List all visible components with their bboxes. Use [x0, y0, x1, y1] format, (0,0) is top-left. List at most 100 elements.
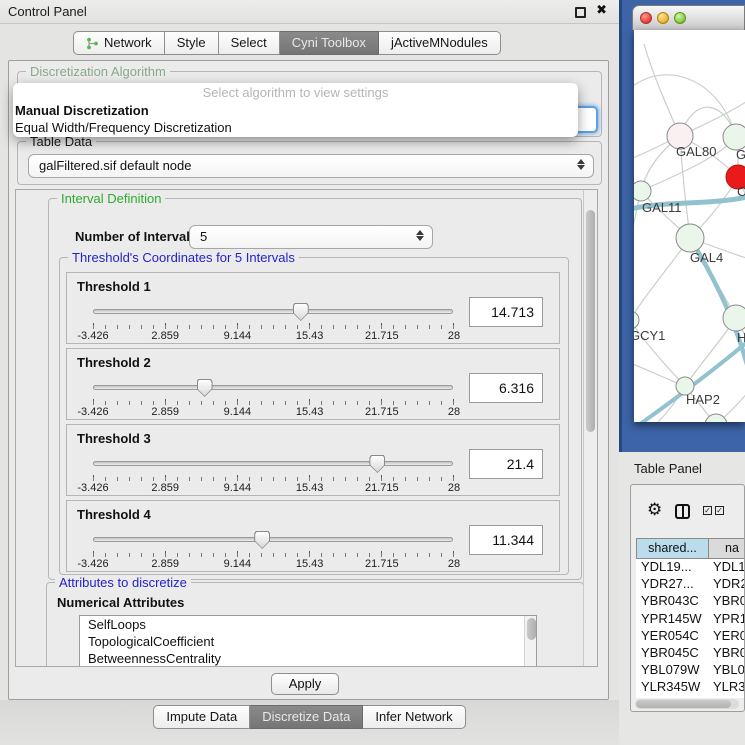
threshold-panel: Threshold 3 -3.4262.8599.14415.4321.7152… — [66, 424, 560, 496]
threshold-value-field[interactable]: 6.316 — [469, 373, 543, 403]
top-tab-bar: Network Style Select Cyni Toolbox jActiv… — [73, 31, 501, 55]
slider-thumb[interactable] — [293, 303, 309, 321]
float-panel-icon[interactable] — [575, 7, 586, 18]
network-window-frame: GAL80GAGAL11CGAL4GCY1HHAP2 — [619, 0, 745, 452]
slider-track[interactable] — [93, 309, 453, 314]
network-node-label: GA — [736, 147, 745, 162]
table-data-combobox[interactable]: galFiltered.sif default node — [28, 154, 594, 178]
settings-scrollpane: Interval Definition Number of Intervals … — [15, 189, 598, 667]
number-of-intervals-label: Number of Intervals — [75, 229, 197, 244]
settings-scrollbar-thumb[interactable] — [586, 210, 595, 432]
mac-close-icon[interactable] — [640, 12, 652, 24]
tick-label: -3.426 — [77, 558, 108, 570]
tick-label: 28 — [448, 406, 460, 418]
table-hscrollbar-thumb[interactable] — [636, 700, 731, 708]
table-hscrollbar[interactable] — [635, 699, 739, 709]
attribute-list-item[interactable]: TopologicalCoefficient — [80, 633, 536, 650]
tab-jactivemnodules[interactable]: jActiveMNodules — [379, 31, 501, 55]
combo-spinner-icon[interactable] — [576, 159, 585, 170]
tab-infer-network[interactable]: Infer Network — [363, 705, 465, 729]
interval-definition-group: Interval Definition Number of Intervals … — [48, 198, 582, 580]
network-edge — [634, 238, 690, 320]
tab-impute-data[interactable]: Impute Data — [153, 705, 250, 729]
mac-zoom-icon[interactable] — [674, 12, 686, 24]
combo-spinner-icon[interactable] — [415, 230, 424, 241]
numerical-attributes-list[interactable]: SelfLoopsTopologicalCoefficientBetweenne… — [79, 615, 537, 667]
threshold-value-field[interactable]: 14.713 — [469, 297, 543, 327]
tick-label: 15.43 — [296, 482, 324, 494]
threshold-label: Threshold 1 — [77, 279, 151, 294]
tick-label: 28 — [448, 482, 460, 494]
slider-track[interactable] — [93, 385, 453, 390]
select-all-columns-icon[interactable]: ✓ — [715, 506, 724, 515]
panel-title: Control Panel — [8, 4, 87, 19]
attributes-group-title: Attributes to discretize — [55, 575, 191, 590]
interval-definition-title: Interval Definition — [57, 191, 165, 206]
slider-track[interactable] — [93, 461, 453, 466]
network-node-label: GAL4 — [690, 250, 723, 265]
attribute-list-item[interactable]: BetweennessCentrality — [80, 650, 536, 667]
table-row[interactable]: YER054CYER0 — [636, 628, 745, 645]
network-node[interactable] — [723, 305, 745, 331]
slider-tick-labels: -3.4262.8599.14415.4321.71528 — [93, 330, 454, 343]
table-row[interactable]: YIL052CYIL0 — [636, 697, 745, 699]
slider-thumb[interactable] — [254, 531, 270, 549]
table-data-group: Table Data galFiltered.sif default node — [17, 141, 602, 185]
table-row[interactable]: YDL19...YDL1 — [636, 559, 745, 576]
table-row[interactable]: YBR043CYBR0 — [636, 593, 745, 610]
select-columns-icon[interactable]: ✓ — [703, 506, 712, 515]
settings-scrollbar[interactable] — [583, 190, 597, 667]
screenshot-stage: Control Panel ✖ Network Style Select Cyn… — [0, 0, 745, 745]
tick-label: 9.144 — [224, 558, 252, 570]
attribute-list-item[interactable]: SelfLoops — [80, 616, 536, 633]
tab-style[interactable]: Style — [165, 31, 219, 55]
threshold-slider[interactable]: -3.4262.8599.14415.4321.71528 — [93, 301, 453, 341]
table-data-selected: galFiltered.sif default node — [39, 158, 191, 173]
threshold-value-field[interactable]: 11.344 — [469, 525, 543, 555]
tick-label: 2.859 — [151, 558, 179, 570]
tab-jactivemnodules-label: jActiveMNodules — [391, 32, 488, 54]
network-view-canvas[interactable]: GAL80GAGAL11CGAL4GCY1HHAP2 — [634, 30, 745, 422]
slider-track[interactable] — [93, 537, 453, 542]
tick-label: 21.715 — [365, 330, 399, 342]
column-header-shared-name[interactable]: shared... — [636, 538, 709, 559]
close-panel-icon[interactable]: ✖ — [596, 3, 607, 18]
gear-icon[interactable]: ⚙ — [647, 502, 662, 519]
table-panel-area: Table Panel ⚙ ✓ ✓ shared... na YDL19...Y… — [619, 452, 745, 745]
tab-select[interactable]: Select — [219, 31, 280, 55]
network-node[interactable] — [634, 311, 639, 329]
algorithm-prompt-item[interactable]: Select algorithm to view settings — [13, 85, 578, 102]
threshold-slider[interactable]: -3.4262.8599.14415.4321.71528 — [93, 377, 453, 417]
network-window-titlebar[interactable] — [632, 5, 745, 30]
tick-label: 15.43 — [296, 406, 324, 418]
list-scrollbar[interactable] — [524, 616, 536, 667]
network-node[interactable] — [676, 224, 704, 252]
list-scrollbar-thumb[interactable] — [527, 618, 536, 640]
table-row[interactable]: YLR345WYLR3 — [636, 679, 745, 696]
threshold-label: Threshold 3 — [77, 431, 151, 446]
column-header-name[interactable]: na — [709, 538, 745, 559]
tick-label: 28 — [448, 558, 460, 570]
slider-thumb[interactable] — [369, 455, 385, 473]
threshold-slider[interactable]: -3.4262.8599.14415.4321.71528 — [93, 529, 453, 569]
threshold-slider[interactable]: -3.4262.8599.14415.4321.71528 — [93, 453, 453, 493]
slider-minor-ticks — [93, 325, 454, 329]
mac-minimize-icon[interactable] — [657, 12, 669, 24]
popup-item-equal-width-frequency[interactable]: Equal Width/Frequency Discretization — [13, 119, 578, 136]
threshold-panel: Threshold 1 -3.4262.8599.14415.4321.7152… — [66, 272, 560, 344]
threshold-value-field[interactable]: 21.4 — [469, 449, 543, 479]
slider-thumb[interactable] — [197, 379, 213, 397]
tab-cyni-toolbox[interactable]: Cyni Toolbox — [280, 31, 379, 55]
table-row[interactable]: YDR27...YDR2 — [636, 576, 745, 593]
number-of-intervals-combobox[interactable]: 5 — [189, 225, 433, 249]
apply-button[interactable]: Apply — [271, 673, 339, 695]
table-row[interactable]: YPR145WYPR1 — [636, 611, 745, 628]
popup-item-manual-discretization[interactable]: Manual Discretization — [13, 102, 578, 119]
table-row[interactable]: YBL079WYBL0 — [636, 662, 745, 679]
table-row[interactable]: YBR045CYBR0 — [636, 645, 745, 662]
tab-network[interactable]: Network — [73, 31, 165, 55]
split-columns-icon[interactable] — [675, 504, 690, 519]
network-node[interactable] — [634, 181, 651, 201]
tab-discretize-data[interactable]: Discretize Data — [250, 705, 363, 729]
bottom-tab-bar: Impute Data Discretize Data Infer Networ… — [0, 705, 619, 729]
